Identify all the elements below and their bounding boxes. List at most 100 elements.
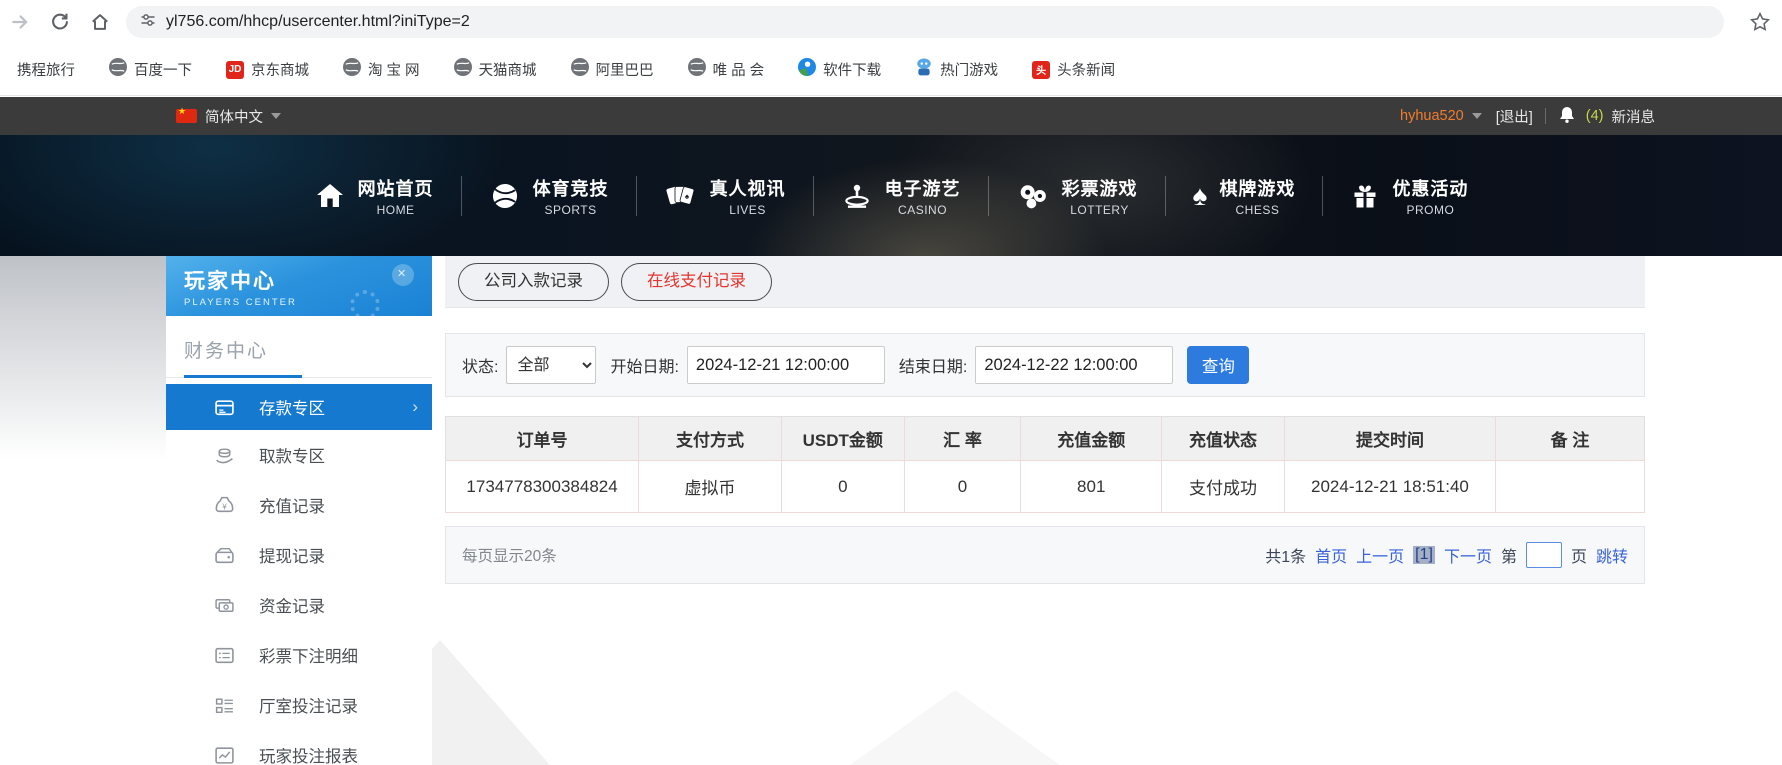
deposit-card-icon [214, 397, 235, 418]
record-tabs: 公司入款记录 在线支付记录 [445, 256, 1645, 308]
divider [1544, 108, 1546, 124]
end-date-input[interactable] [975, 346, 1174, 384]
logout-link[interactable]: [退出] [1496, 106, 1533, 127]
sidebar-item-lottery-bet-detail[interactable]: 彩票下注明细 [166, 630, 432, 680]
table-row: 1734778300384824 虚拟币 0 0 801 支付成功 2024-1… [445, 460, 1645, 513]
pagination-bar: 每页显示20条 共1条 首页 上一页 [1] 下一页 第 页 跳转 [445, 526, 1645, 584]
sports-ball-icon [489, 180, 521, 212]
banknotes-icon [214, 595, 235, 616]
messages-link[interactable]: 新消息 [1612, 106, 1656, 127]
hand-money-icon [214, 445, 235, 466]
payment-records-table: 订单号 支付方式 USDT金额 汇 率 充值金额 充值状态 提交时间 备 注 1… [445, 416, 1645, 513]
wallet-icon [214, 545, 235, 566]
status-label: 状态: [462, 359, 499, 376]
bookmark-jd[interactable]: JD 京东商城 [226, 59, 309, 80]
username[interactable]: hyhua520 [1400, 108, 1464, 124]
col-exchange-rate: 汇 率 [904, 416, 1022, 461]
bookmark-toutiao[interactable]: 头 头条新闻 [1032, 59, 1115, 80]
chevron-down-icon[interactable] [271, 113, 281, 119]
main-navigation: 网站首页 HOME 体育竞技 SPORTS ♠ 真人视讯 LIVES 电子游艺 CASI… [0, 135, 1782, 256]
col-submit-time: 提交时间 [1284, 416, 1497, 461]
bookmark-vip[interactable]: 唯 品 会 [687, 58, 764, 81]
bookmarks-bar: 携程旅行 百度一下 JD 京东商城 淘 宝 网 天猫商城 阿里巴巴 唯 品 会 [0, 44, 1782, 96]
url-text[interactable]: yl756.com/hhcp/usercenter.html?iniType=2 [166, 13, 470, 31]
grid-list-icon [214, 695, 235, 716]
background-gradient [0, 256, 166, 496]
bookmark-games[interactable]: 热门游戏 [915, 58, 998, 81]
table-header-row: 订单号 支付方式 USDT金额 汇 率 充值金额 充值状态 提交时间 备 注 [445, 416, 1645, 461]
sidebar-item-hall-bet-records[interactable]: 厅室投注记录 [166, 680, 432, 730]
sidebar-item-recharge-records[interactable]: ¥ 充值记录 [166, 480, 432, 530]
playing-cards-icon: ♠ [664, 180, 698, 212]
tab-company-deposit-records[interactable]: 公司入款记录 [458, 262, 609, 301]
sidebar-item-deposit[interactable]: 存款专区 › [166, 384, 432, 430]
home-icon[interactable] [80, 5, 120, 39]
decorative-triangle [850, 690, 1060, 765]
jump-label-post: 页 [1570, 549, 1587, 566]
globe-icon [109, 58, 127, 81]
search-button[interactable]: 查询 [1187, 346, 1250, 384]
globe-icon [453, 58, 472, 81]
bookmark-baidu[interactable]: 百度一下 [109, 58, 192, 81]
screen: yl756.com/hhcp/usercenter.html?iniType=2… [0, 0, 1782, 765]
page-number-input[interactable] [1525, 542, 1562, 568]
bookmark-alibaba[interactable]: 阿里巴巴 [570, 58, 654, 81]
address-bar[interactable]: yl756.com/hhcp/usercenter.html?iniType=2 [126, 6, 1724, 38]
list-detail-icon [214, 645, 235, 666]
nav-item-sports[interactable]: 体育竞技 SPORTS [462, 175, 636, 217]
page-size-label: 每页显示20条 [462, 548, 557, 565]
roulette-icon [841, 180, 873, 212]
nav-item-lottery[interactable]: 彩票游戏 LOTTERY [989, 175, 1165, 217]
jump-link[interactable]: 跳转 [1596, 543, 1628, 567]
tab-online-payment-records[interactable]: 在线支付记录 [621, 262, 772, 301]
nav-item-lives[interactable]: ♠ 真人视讯 LIVES [637, 175, 813, 217]
bookmark-star-icon[interactable] [1738, 12, 1782, 32]
end-date-label: 结束日期: [898, 359, 968, 376]
svg-text:¥: ¥ [222, 502, 227, 511]
sidebar-item-withdraw[interactable]: 取款专区 [166, 430, 432, 480]
site-settings-icon[interactable] [140, 12, 156, 33]
nav-item-home[interactable]: 网站首页 HOME [287, 175, 461, 217]
jump-label-pre: 第 [1500, 549, 1517, 566]
home-nav-icon [314, 181, 346, 211]
bookmark-xiecheng[interactable]: 携程旅行 [10, 59, 75, 80]
globe-icon [687, 58, 706, 81]
first-page-link[interactable]: 首页 [1315, 543, 1347, 567]
lottery-balls-icon [1016, 180, 1050, 212]
sidebar-section: 财务中心 [166, 316, 432, 375]
bell-icon[interactable] [1558, 105, 1576, 128]
money-bag-icon: ¥ [214, 495, 235, 516]
nav-item-chess[interactable]: ♠ 棋牌游戏 CHESS [1166, 175, 1323, 217]
forward-arrow-icon[interactable] [0, 5, 40, 39]
reload-icon[interactable] [40, 5, 80, 39]
start-date-input[interactable] [686, 346, 885, 384]
start-date-label: 开始日期: [610, 359, 679, 376]
cell-submit-time: 2024-12-21 18:51:40 [1284, 460, 1497, 513]
col-recharge-amount: 充值金额 [1020, 416, 1163, 461]
china-flag-icon [176, 106, 197, 123]
bookmark-tmall[interactable]: 天猫商城 [453, 58, 537, 81]
message-count[interactable]: (4) [1586, 108, 1604, 124]
sidebar-item-funds-records[interactable]: 资金记录 [166, 580, 432, 630]
prev-page-link[interactable]: 上一页 [1356, 543, 1404, 567]
col-remark: 备 注 [1495, 416, 1645, 461]
browser-toolbar: yl756.com/hhcp/usercenter.html?iniType=2 [0, 0, 1782, 44]
decorative-chip-icon [392, 264, 414, 286]
nav-item-casino[interactable]: 电子游艺 CASINO [814, 175, 988, 217]
nav-item-promo[interactable]: 优惠活动 PROMO [1323, 175, 1495, 217]
total-count: 共1条 [1265, 549, 1307, 566]
language-label[interactable]: 简体中文 [205, 106, 263, 127]
cell-usdt-amount: 0 [781, 460, 905, 513]
cell-recharge-status: 支付成功 [1161, 460, 1285, 513]
gift-icon [1350, 181, 1380, 211]
bookmark-software[interactable]: 软件下载 [798, 58, 881, 81]
current-page[interactable]: [1] [1413, 546, 1435, 564]
next-page-link[interactable]: 下一页 [1444, 543, 1492, 567]
status-select[interactable]: 全部 [506, 346, 597, 384]
sidebar-item-withdrawal-records[interactable]: 提现记录 [166, 530, 432, 580]
chevron-down-icon[interactable] [1471, 113, 1482, 119]
spade-icon: ♠ [1192, 179, 1208, 211]
sidebar-item-player-bet-report[interactable]: 玩家投注报表 [166, 730, 432, 765]
bookmark-taobao[interactable]: 淘 宝 网 [343, 58, 420, 81]
sidebar-subtitle: PLAYERS CENTER [184, 297, 297, 308]
